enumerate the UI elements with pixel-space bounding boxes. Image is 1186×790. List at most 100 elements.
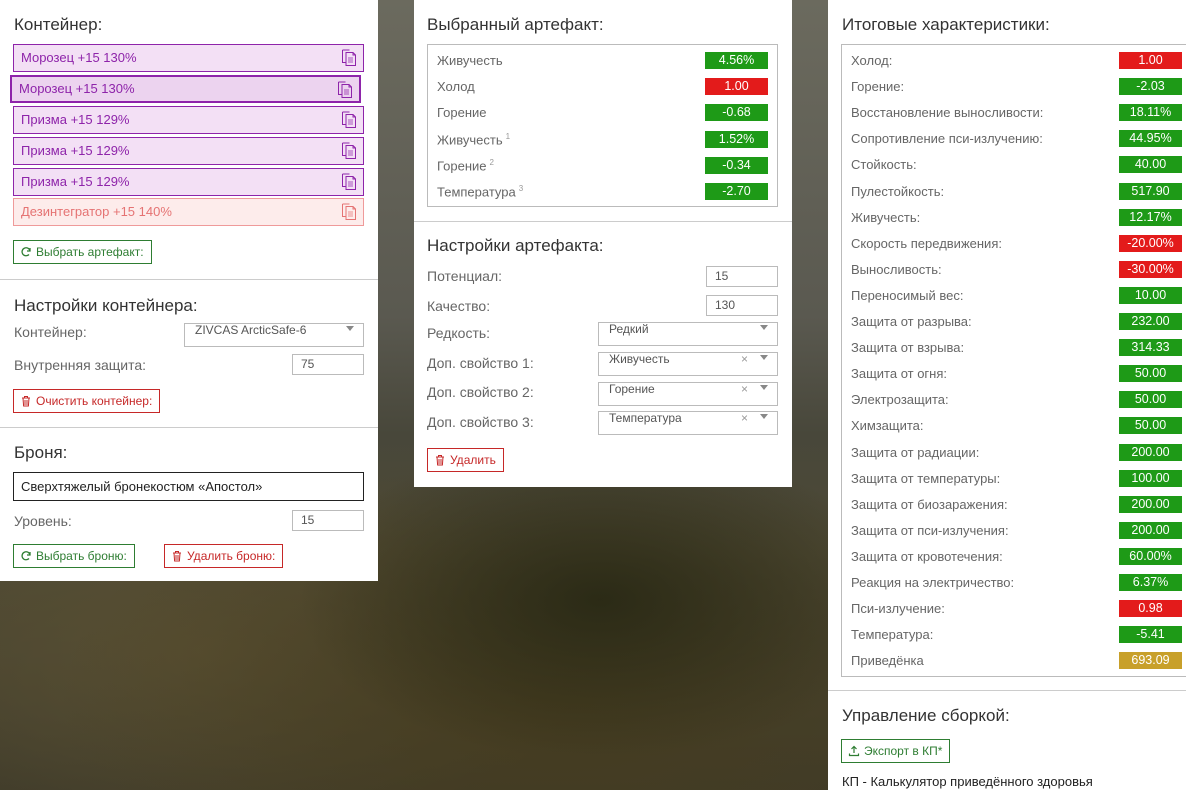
total-stat-name: Температура: (851, 627, 934, 643)
potential-input[interactable]: 15 (706, 266, 778, 287)
prop1-select[interactable]: Живучесть × (598, 352, 778, 376)
total-stat-row: Реакция на электричество: 6.37% (842, 569, 1186, 595)
total-stat-value: 517.90 (1119, 182, 1182, 200)
container-label: Контейнер: (14, 324, 87, 340)
total-stat-value: 10.00 (1119, 286, 1182, 304)
refresh-icon (21, 247, 31, 257)
prop3-value: Температура (609, 411, 682, 425)
chevron-down-icon (760, 355, 768, 360)
selected-artifact-title: Выбранный артефакт: (427, 15, 604, 34)
artifact-stat-sup: 3 (518, 184, 524, 193)
artifact-stat-name: Живучесть 1 (437, 132, 510, 147)
prop1-value: Живучесть (609, 352, 670, 366)
copy-icon[interactable] (341, 142, 357, 160)
copy-icon[interactable] (341, 173, 357, 191)
delete-artifact-button[interactable]: Удалить (427, 448, 504, 472)
artifact-stat-value: -0.68 (705, 104, 768, 122)
container-item[interactable]: Морозец +15 130% (10, 75, 361, 103)
total-stat-value: 50.00 (1119, 391, 1182, 409)
select-artifact-button[interactable]: Выбрать артефакт: (13, 240, 152, 264)
container-item[interactable]: Дезинтегратор +15 140% (13, 198, 364, 226)
total-stat-name: Стойкость: (851, 157, 917, 173)
divider (0, 427, 378, 428)
select-armor-button[interactable]: Выбрать броню: (13, 544, 135, 568)
armor-level-label: Уровень: (14, 513, 72, 529)
total-stat-name: Защита от огня: (851, 366, 948, 382)
totals-panel: Итоговые характеристики: Холод: 1.00 Горен… (828, 0, 1186, 790)
artifact-stat-name: Горение (437, 105, 487, 120)
container-item[interactable]: Морозец +15 130% (13, 44, 364, 72)
select-artifact-label: Выбрать артефакт: (36, 245, 144, 259)
delete-armor-button[interactable]: Удалить броню: (164, 544, 284, 568)
total-stat-value: 200.00 (1119, 521, 1182, 539)
total-stat-row: Защита от пси-излучения: 200.00 (842, 517, 1186, 543)
total-stat-name: Защита от биозаражения: (851, 496, 1008, 512)
artifact-stats-box: Живучесть 4.56% Холод 1.00 Горение -0.68 Живуч… (427, 44, 778, 207)
total-stat-row: Защита от температуры: 100.00 (842, 465, 1186, 491)
total-stat-name: Защита от температуры: (851, 470, 1001, 486)
clear-container-button[interactable]: Очистить контейнер: (13, 389, 161, 413)
container-select[interactable]: ZIVCAS ArcticSafe-6 (184, 323, 364, 347)
total-stat-name: Живучесть: (851, 209, 921, 225)
total-stat-row: Сопротивление пси-излучению: 44.95% (842, 125, 1186, 151)
refresh-icon (21, 551, 31, 561)
artifact-stat-name: Холод (437, 79, 475, 94)
chevron-down-icon (346, 326, 354, 331)
container-item[interactable]: Призма +15 129% (13, 168, 364, 196)
container-item-label: Морозец +15 130% (19, 81, 135, 96)
prop2-value: Горение (609, 382, 655, 396)
total-stat-value: 200.00 (1119, 443, 1182, 461)
delete-armor-label: Удалить броню: (187, 549, 276, 563)
artifact-stat-row: Горение 2 -0.34 (428, 152, 777, 178)
prop2-label: Доп. свойство 2: (427, 384, 534, 400)
clear-icon[interactable]: × (741, 412, 748, 427)
total-stat-name: Приведёнка (851, 653, 924, 669)
total-stat-value: 100.00 (1119, 469, 1182, 487)
total-stat-value: 232.00 (1119, 313, 1182, 330)
artifact-stat-value: -0.34 (705, 156, 768, 174)
build-title: Управление сборкой: (842, 706, 1010, 725)
copy-icon[interactable] (341, 203, 357, 221)
quality-input[interactable]: 130 (706, 295, 778, 316)
copy-icon[interactable] (341, 111, 357, 129)
artifact-stat-name-text: Холод (437, 79, 475, 95)
total-stat-row: Выносливость: -30.00% (842, 256, 1186, 282)
total-stat-row: Защита от биозаражения: 200.00 (842, 491, 1186, 517)
total-stat-value: 44.95% (1119, 130, 1182, 148)
export-label: Экспорт в КП* (864, 744, 943, 758)
total-stat-value: 50.00 (1119, 365, 1182, 383)
quality-label: Качество: (427, 298, 491, 314)
armor-level-input[interactable]: 15 (292, 510, 364, 531)
container-title: Контейнер: (14, 15, 103, 34)
armor-name-field[interactable]: Сверхтяжелый бронекостюм «Апостол» (13, 472, 364, 501)
clear-icon[interactable]: × (741, 383, 748, 398)
totals-stats-box: Холод: 1.00 Горение: -2.03 Восстановление вы… (841, 44, 1186, 677)
total-stat-row: Горение: -2.03 (842, 73, 1186, 99)
total-stat-name: Реакция на электричество: (851, 575, 1015, 590)
total-stat-row: Защита от кровотечения: 60.00% (842, 543, 1186, 569)
container-item[interactable]: Призма +15 129% (13, 106, 364, 134)
total-stat-value: 0.98 (1119, 600, 1182, 618)
total-stat-name: Горение: (851, 79, 905, 95)
protection-input[interactable]: 75 (292, 354, 364, 375)
trash-icon (173, 551, 181, 562)
copy-icon[interactable] (337, 81, 353, 99)
container-item[interactable]: Призма +15 129% (13, 137, 364, 165)
clear-icon[interactable]: × (741, 353, 748, 368)
rarity-value: Редкий (609, 322, 649, 336)
total-stat-row: Температура: -5.41 (842, 621, 1186, 647)
divider (414, 221, 792, 222)
total-stat-row: Приведёнка 693.09 (842, 647, 1186, 673)
select-armor-label: Выбрать броню: (36, 549, 127, 563)
total-stat-name: Сопротивление пси-излучению: (851, 131, 1043, 147)
copy-icon[interactable] (341, 49, 357, 67)
protection-label: Внутренняя защита: (14, 357, 147, 373)
divider (828, 690, 1186, 691)
export-button[interactable]: Экспорт в КП* (841, 739, 951, 763)
artifact-stat-name-text: Живучесть (437, 131, 503, 147)
prop2-select[interactable]: Горение × (598, 382, 778, 406)
total-stat-name: Выносливость: (851, 261, 942, 277)
total-stat-value: 314.33 (1119, 339, 1182, 357)
rarity-select[interactable]: Редкий (598, 322, 778, 346)
prop3-select[interactable]: Температура × (598, 411, 778, 435)
